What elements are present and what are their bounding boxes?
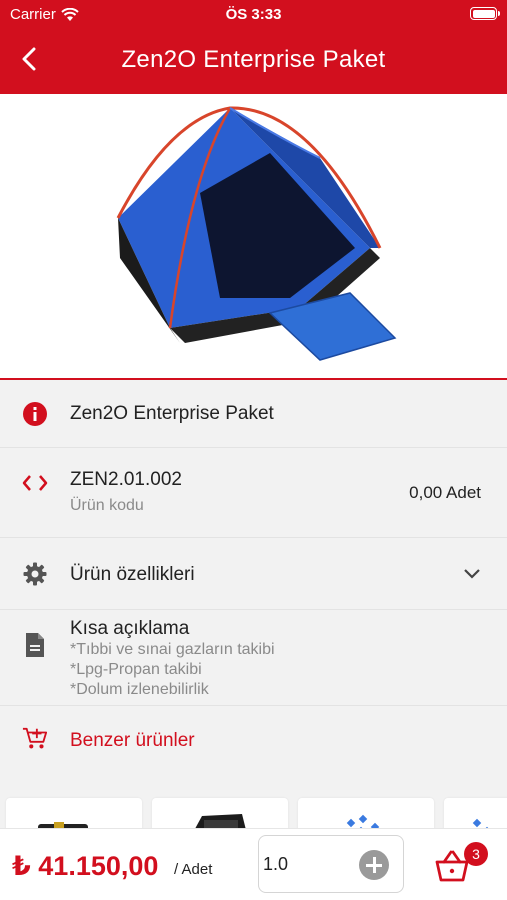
bottom-purchase-bar: ₺ 41.150,00 / Adet 3 bbox=[0, 828, 507, 900]
product-code-row: ZEN2.01.002 Ürün kodu 0,00 Adet bbox=[0, 448, 507, 538]
description-title: Kısa açıklama bbox=[70, 618, 190, 639]
quantity-input[interactable] bbox=[263, 850, 353, 878]
similar-product-card[interactable] bbox=[152, 798, 288, 830]
features-label: Ürün özellikleri bbox=[70, 564, 195, 585]
similar-product-card[interactable] bbox=[298, 798, 434, 830]
similar-product-thumb bbox=[194, 814, 246, 830]
similar-products-row[interactable]: Benzer ürünler bbox=[0, 706, 507, 776]
product-image-area bbox=[0, 94, 507, 378]
quantity-stepper bbox=[258, 835, 404, 893]
short-description-row: Kısa açıklama *Tıbbi ve sınai gazların t… bbox=[0, 610, 507, 706]
stock-quantity: 0,00 Adet bbox=[409, 483, 481, 502]
product-price: ₺ 41.150,00 bbox=[12, 851, 159, 881]
back-button[interactable] bbox=[14, 44, 44, 74]
status-time: ÖS 3:33 bbox=[225, 6, 282, 23]
page-title: Zen2O Enterprise Paket bbox=[121, 46, 386, 73]
description-line: *Dolum izlenebilirlik bbox=[70, 681, 209, 698]
similar-product-card[interactable] bbox=[444, 798, 507, 830]
similar-product-thumb bbox=[346, 814, 390, 830]
product-image[interactable] bbox=[110, 98, 398, 376]
cart-add-icon bbox=[22, 726, 48, 752]
similar-product-thumb bbox=[38, 822, 88, 830]
product-name-row: Zen2O Enterprise Paket bbox=[0, 380, 507, 448]
product-code-label: Ürün kodu bbox=[70, 497, 144, 514]
app-header: Carrier ÖS 3:33 Zen2O Enterprise Paket bbox=[0, 0, 507, 94]
similar-product-card[interactable] bbox=[6, 798, 142, 830]
similar-products-strip bbox=[0, 790, 507, 830]
description-lines: *Tıbbi ve sınai gazların takibi *Lpg-Pro… bbox=[70, 640, 275, 700]
info-icon bbox=[22, 401, 48, 427]
chevron-down-icon[interactable] bbox=[461, 562, 483, 584]
status-bar: Carrier ÖS 3:33 bbox=[0, 0, 507, 28]
product-name: Zen2O Enterprise Paket bbox=[70, 403, 274, 424]
description-line: *Tıbbi ve sınai gazların takibi bbox=[70, 641, 275, 658]
product-code: ZEN2.01.002 bbox=[70, 469, 182, 490]
cart-count-badge: 3 bbox=[464, 842, 488, 866]
plus-icon[interactable] bbox=[359, 850, 389, 880]
document-icon bbox=[22, 632, 48, 658]
battery-icon bbox=[470, 7, 500, 20]
code-icon bbox=[22, 470, 48, 496]
description-line: *Lpg-Propan takibi bbox=[70, 661, 202, 678]
back-arrow-icon bbox=[22, 47, 36, 71]
product-features-row[interactable]: Ürün özellikleri bbox=[0, 538, 507, 610]
gear-icon bbox=[22, 561, 48, 587]
similar-products-label: Benzer ürünler bbox=[70, 730, 195, 751]
price-unit: / Adet bbox=[174, 861, 213, 878]
similar-product-thumb bbox=[472, 818, 492, 830]
